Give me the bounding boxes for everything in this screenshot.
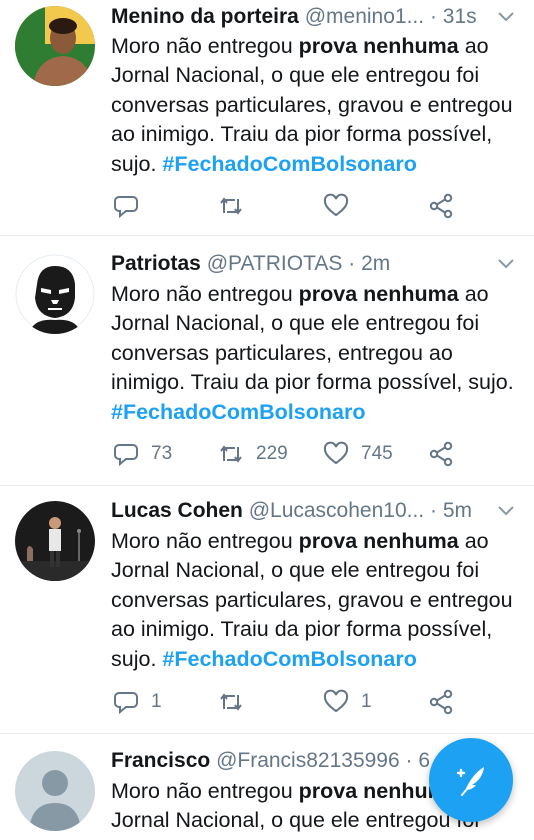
retweet-button[interactable]: 229: [218, 438, 288, 470]
share-icon: [429, 193, 453, 219]
timestamp[interactable]: 5m: [443, 499, 472, 522]
share-button[interactable]: [428, 190, 454, 222]
separator: ·: [348, 252, 356, 275]
tweet-text: Moro não entregou prova nenhuma ao Jorna…: [111, 32, 521, 179]
compose-feather-icon: [456, 767, 484, 796]
separator: ·: [405, 749, 413, 772]
hashtag-link[interactable]: #FechadoComBolsonaro: [162, 152, 416, 176]
like-button[interactable]: [323, 190, 361, 222]
display-name[interactable]: Menino da porteira: [111, 5, 299, 28]
reply-icon: [114, 196, 138, 219]
timeline-feed: Menino da porteira @menino1... · 31s Mor…: [0, 0, 534, 840]
tweet-actions: [111, 190, 471, 222]
reply-count: 1: [151, 691, 162, 712]
tweet-text: Moro não entregou prova nenhuma ao Jorna…: [111, 280, 521, 427]
retweet-icon: [220, 693, 242, 711]
retweet-icon: [220, 445, 242, 463]
tweet-actions: 73 229 745: [111, 438, 471, 470]
tweet-text-part: Moro não entregou: [111, 779, 299, 803]
tweet-header: Menino da porteira @menino1... · 31s: [111, 2, 486, 32]
like-button[interactable]: 1: [323, 686, 372, 718]
tweet-actions: 1 1: [111, 686, 471, 718]
default-avatar-icon: [15, 751, 95, 831]
tweet[interactable]: Menino da porteira @menino1... · 31s Mor…: [0, 0, 534, 236]
retweet-icon: [220, 197, 242, 215]
hashtag-link[interactable]: #FechadoComBolsonaro: [111, 400, 365, 424]
tweet-text-part: Moro não entregou: [111, 529, 299, 553]
reply-button[interactable]: 73: [113, 438, 172, 470]
tweet-text-part: Moro não entregou: [111, 34, 299, 58]
heart-icon: [323, 193, 349, 217]
chevron-down-icon: [498, 259, 514, 269]
tweet-header: Patriotas @PATRIOTAS · 2m: [111, 249, 486, 279]
reply-icon: [114, 444, 138, 467]
separator: ·: [429, 499, 437, 522]
avatar[interactable]: [15, 6, 95, 86]
display-name[interactable]: Lucas Cohen: [111, 499, 243, 522]
like-button[interactable]: 745: [323, 438, 393, 470]
reply-button[interactable]: 1: [113, 686, 162, 718]
display-name[interactable]: Francisco: [111, 749, 210, 772]
tweet-text-bold: prova nenhuma: [298, 34, 459, 58]
tweet-text: Moro não entregou prova nenhuma ao Jorna…: [111, 527, 521, 674]
chevron-down-icon: [498, 12, 514, 22]
avatar[interactable]: [15, 751, 95, 831]
share-icon: [429, 689, 453, 715]
user-photo-icon: [15, 6, 95, 86]
like-count: 745: [361, 443, 393, 464]
avatar[interactable]: [15, 501, 95, 581]
tweet-menu-caret[interactable]: [496, 7, 516, 27]
tweet-menu-caret[interactable]: [496, 501, 516, 521]
retweet-count: 229: [256, 443, 288, 464]
display-name[interactable]: Patriotas: [111, 252, 201, 275]
face-portrait-icon: [15, 254, 95, 334]
separator: ·: [429, 5, 437, 28]
chevron-down-icon: [498, 506, 514, 516]
reply-count: 73: [151, 443, 173, 464]
timestamp[interactable]: 2m: [361, 252, 390, 275]
heart-icon: [323, 441, 349, 465]
tweet-menu-caret[interactable]: [496, 254, 516, 274]
hashtag-link[interactable]: #FechadoComBolsonaro: [162, 647, 416, 671]
stage-photo-icon: [15, 501, 95, 581]
tweet-text-bold: prova nenhuma: [298, 529, 459, 553]
tweet[interactable]: Lucas Cohen @Lucascohen10... · 5m Moro n…: [0, 486, 534, 734]
tweet-header: Francisco @Francis82135996 · 6: [111, 746, 434, 776]
reply-button[interactable]: [113, 190, 151, 222]
timestamp[interactable]: 31s: [443, 5, 477, 28]
tweet[interactable]: Patriotas @PATRIOTAS · 2m Moro não entre…: [0, 236, 534, 486]
retweet-button[interactable]: [218, 190, 256, 222]
retweet-button[interactable]: [218, 686, 256, 718]
username[interactable]: @Francis82135996: [216, 749, 400, 772]
tweet-header: Lucas Cohen @Lucascohen10... · 5m: [111, 496, 486, 526]
tweet-text-part: Moro não entregou: [111, 282, 299, 306]
username[interactable]: @Lucascohen10...: [249, 499, 424, 522]
like-count: 1: [361, 691, 372, 712]
timestamp[interactable]: 6: [418, 749, 430, 772]
share-icon: [429, 441, 453, 467]
avatar[interactable]: [15, 254, 95, 334]
share-button[interactable]: [428, 438, 454, 470]
username[interactable]: @menino1...: [305, 5, 424, 28]
tweet-text-bold: prova nenhuma: [298, 282, 459, 306]
username[interactable]: @PATRIOTAS: [207, 252, 343, 275]
reply-icon: [114, 692, 138, 715]
share-button[interactable]: [428, 686, 454, 718]
heart-icon: [323, 689, 349, 713]
compose-tweet-button[interactable]: [429, 738, 513, 822]
